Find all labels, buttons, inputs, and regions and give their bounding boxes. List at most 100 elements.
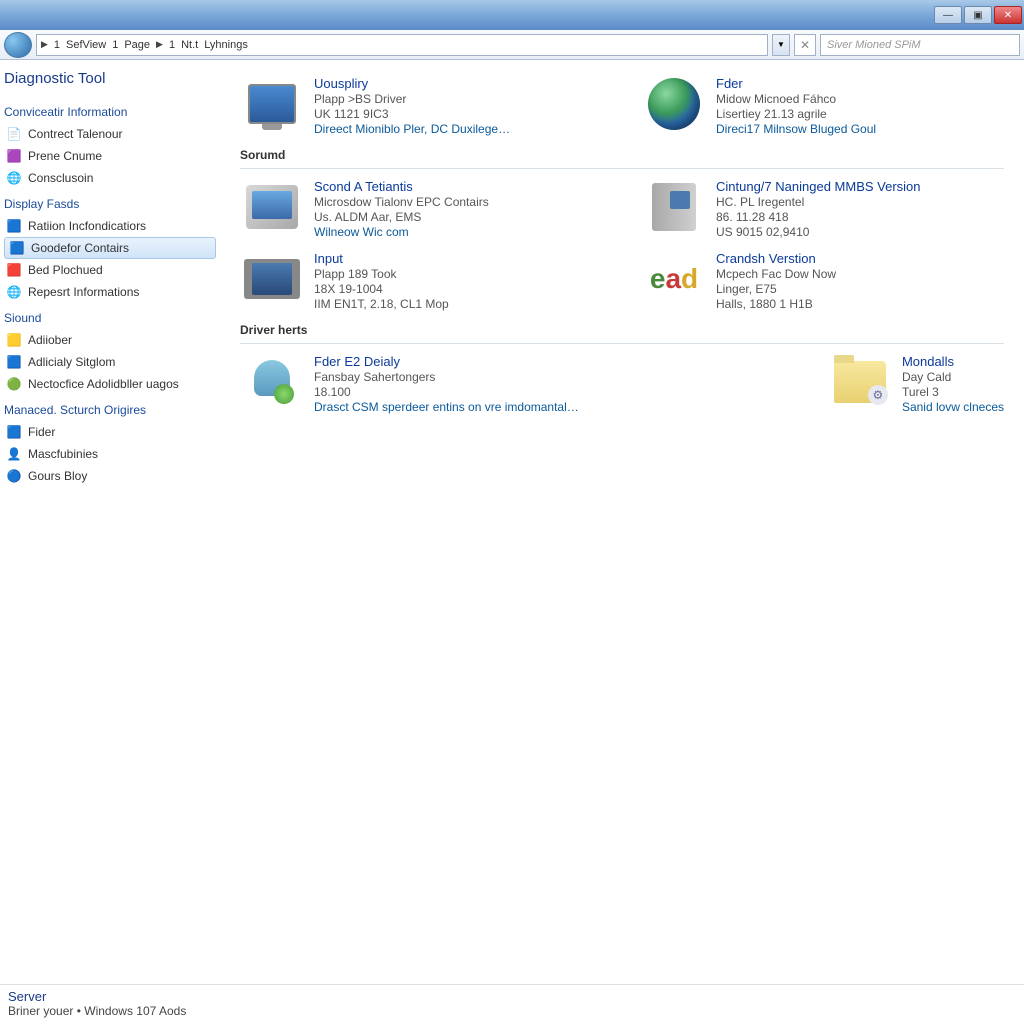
monitor-icon [240,76,304,132]
sidebar-item-label: Repesrt Informations [28,285,139,299]
sidebar-heading[interactable]: Display Fasds [0,189,220,215]
sidebar-item-label: Fider [28,425,55,439]
chevron-right-icon: ▶ [41,39,48,50]
square-icon: 🟪 [6,148,22,164]
tile-line: Microsdow Tialonv EPC Contairs [314,195,489,209]
minimize-button[interactable]: — [934,6,962,24]
sidebar-heading[interactable]: Manaced. Scturch Origires [0,395,220,421]
crumb[interactable]: 1 [112,39,118,51]
tile-title[interactable]: Input [314,251,449,266]
sidebar-item-label: Prene Cnume [28,149,102,163]
tile-link[interactable]: Direci17 Milnsow Bluged Goul [716,122,876,136]
circle-icon: 🟢 [6,376,22,392]
folder-settings-icon [828,354,892,410]
crumb[interactable]: Page [124,39,150,51]
tile-title[interactable]: Mondalls [902,354,1004,369]
sidebar-item[interactable]: 🟪 Prene Cnume [0,145,220,167]
crumb[interactable]: SefView [66,39,106,51]
sidebar-item-selected[interactable]: 🟦Goodefor Contairs [4,237,216,259]
tile-line: Us. ALDM Aar, EMS [314,210,489,224]
sidebar-item[interactable]: 📄Contrect Talenour [0,123,220,145]
tile-link[interactable]: Drasct CSM sperdeer entins on vre imdoma… [314,400,579,414]
circle-icon: 🔵 [6,468,22,484]
sidebar-item[interactable]: 🟦Ratiion Incfondicatiors [0,215,220,237]
server-icon [642,179,706,235]
tile-link[interactable]: Wilneow Wic com [314,225,489,239]
divider [240,343,1004,344]
tile-line: Plapp >BS Driver [314,92,510,106]
tile-title[interactable]: Scond A Tetiantis [314,179,489,194]
tile-line: Linger, E75 [716,282,836,296]
sidebar-item-label: Bed Plochued [28,263,103,277]
database-icon [240,354,304,410]
titlebar: — ▣ ✕ [0,0,1024,30]
sidebar-item[interactable]: 🌐Consclusoin [0,167,220,189]
square-icon: 🟦 [6,424,22,440]
section-label: Sorumd [240,148,602,162]
sidebar-item[interactable]: 🔵Gours Bloy [0,465,220,487]
info-tile: Input Plapp 189 Took 18X 19-1004 IIM EN1… [240,247,602,315]
maximize-button[interactable]: ▣ [964,6,992,24]
tile-title[interactable]: Crandsh Verstion [716,251,836,266]
sidebar-heading[interactable]: Conviceatir Information [0,97,220,123]
divider [240,168,1004,169]
tile-line: Halls, 1880 1 H1B [716,297,836,311]
sidebar-item[interactable]: 🟢Nectocfice Adolidbller uagos [0,373,220,395]
footer-link[interactable]: Windows 107 Aods [84,1004,186,1018]
tile-line: 18.100 [314,385,579,399]
sidebar-item[interactable]: 🟦Adlicialy Sitglom [0,351,220,373]
sidebar-item-label: Ratiion Incfondicatiors [28,219,146,233]
info-tile: Fder E2 Deialy Fansbay Sahertongers 18.1… [240,350,602,418]
sidebar-item[interactable]: 🟨Adiiober [0,329,220,351]
sidebar-item[interactable]: 👤 Mascfubinies [0,443,220,465]
info-tile: ead Crandsh Verstion Mcpech Fac Dow Now … [642,247,1004,315]
tv-icon [240,251,304,307]
address-dropdown[interactable]: ▼ [772,34,790,56]
tile-line: Plapp 189 Took [314,267,449,281]
crumb[interactable]: 1 [54,39,60,51]
crumb[interactable]: Nt.t [181,39,198,51]
nav-globe-icon[interactable] [4,32,32,58]
address-bar[interactable]: ▶ 1 SefView 1 Page ▶ 1 Nt.t Lyhnings [36,34,768,56]
sidebar-item[interactable]: 🟥 Bed Plochued [0,259,220,281]
tile-line: HC. PL Iregentel [716,195,921,209]
tile-line: Turel 3 [902,385,1004,399]
crumb[interactable]: 1 [169,39,175,51]
square-icon: 🟦 [9,240,25,256]
close-button[interactable]: ✕ [994,6,1022,24]
square-icon: 🟥 [6,262,22,278]
tile-title[interactable]: Fder [716,76,876,91]
sidebar-item-label: Mascfubinies [28,447,98,461]
content-pane: Uouspliry Plapp >BS Driver UK 1121 9IC3 … [220,60,1024,984]
sidebar-item[interactable]: 🟦 Fider [0,421,220,443]
info-tile: Fder Midow Micnoed Fáhco Lisertiey 21.13… [642,72,1004,140]
tile-title[interactable]: Uouspliry [314,76,510,91]
person-icon: 👤 [6,446,22,462]
footer-title: Server [8,989,1016,1004]
globe-icon: 🌐 [6,284,22,300]
ead-logo-icon: ead [642,251,706,307]
sidebar-item[interactable]: 🌐 Repesrt Informations [0,281,220,303]
tile-link[interactable]: Sanid lovw clneces [902,400,1004,414]
footer-text: Briner youer [8,1004,73,1018]
tile-title[interactable]: Cintung/7 Naninged MMBS Version [716,179,921,194]
tile-line: US 9015 02,9410 [716,225,921,239]
globe-icon [642,76,706,132]
sidebar: Diagnostic Tool Conviceatir Information … [0,60,220,984]
sidebar-heading[interactable]: Siound [0,303,220,329]
tile-title[interactable]: Fder E2 Deialy [314,354,579,369]
square-icon: 🟦 [6,354,22,370]
tile-line: Mcpech Fac Dow Now [716,267,836,281]
search-input[interactable]: Siver Mioned SPiM [820,34,1020,56]
sidebar-item-label: Contrect Talenour [28,127,123,141]
tile-line: Midow Micnoed Fáhco [716,92,876,106]
info-tile: Uouspliry Plapp >BS Driver UK 1121 9IC3 … [240,72,602,140]
tile-line: Lisertiey 21.13 agrile [716,107,876,121]
tile-link[interactable]: Direect Mioniblo Pler, DC Duxilege… [314,122,510,136]
crumb[interactable]: Lyhnings [204,39,248,51]
sidebar-item-label: Consclusoin [28,171,93,185]
tile-line: 86. 11.28 418 [716,210,921,224]
clear-button[interactable]: ✕ [794,34,816,56]
info-tile: Scond A Tetiantis Microsdow Tialonv EPC … [240,175,602,243]
footer-sep: • [77,1004,81,1018]
